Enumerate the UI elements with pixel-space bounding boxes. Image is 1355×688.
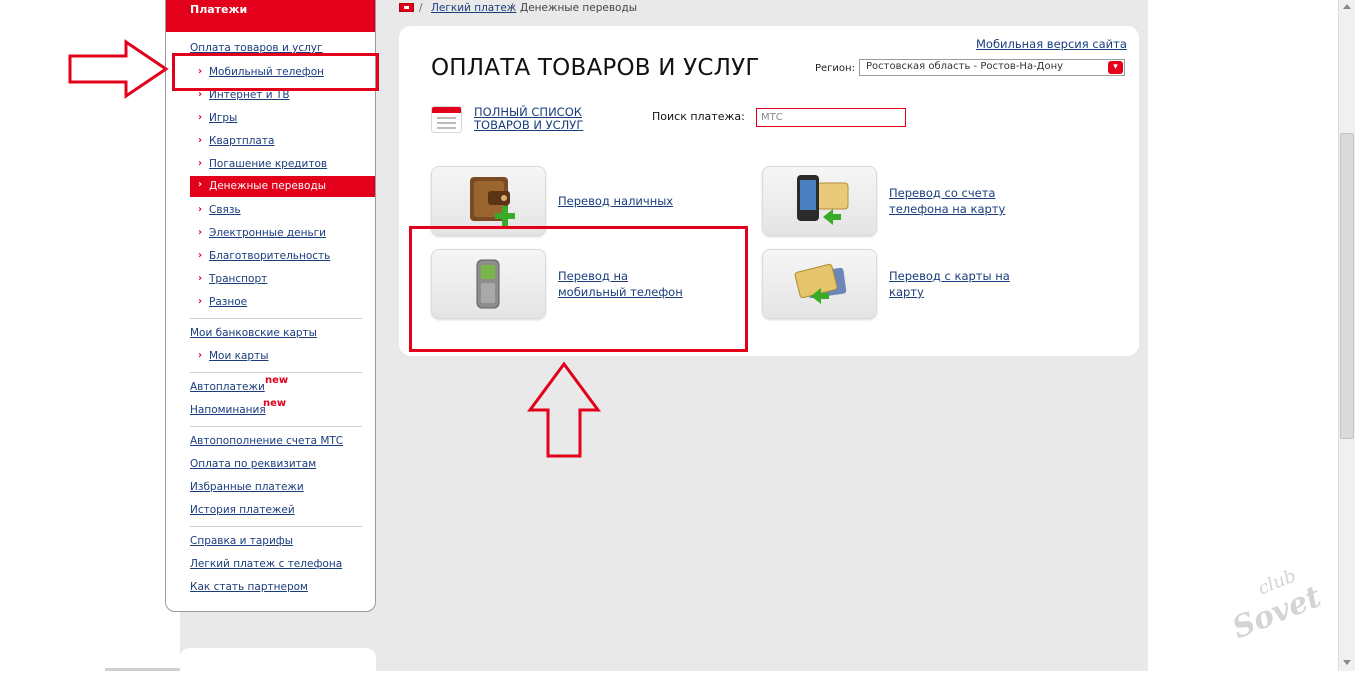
search-input[interactable]: [756, 108, 906, 127]
tile-card-to-card[interactable]: [762, 249, 877, 319]
full-list-line1: ПОЛНЫЙ СПИСОК: [474, 105, 582, 119]
divider: [190, 426, 362, 427]
chevron-right-icon: ›: [198, 158, 203, 169]
tile-label-line2: телефона на карту: [889, 202, 1006, 216]
sidebar-item-label: Денежные переводы: [209, 180, 327, 192]
sidebar-secondary-card: [180, 648, 376, 688]
full-list-line2: ТОВАРОВ И УСЛУГ: [474, 118, 584, 132]
tile-label: Перевод наличных: [558, 194, 674, 208]
breadcrumb-current: Денежные переводы: [520, 2, 638, 14]
mobile-version-link[interactable]: Мобильная версия сайта: [976, 37, 1127, 51]
chevron-right-icon: ›: [198, 273, 203, 284]
highlight-box-mobile-phone: [172, 53, 379, 91]
highlight-box-mobile-transfer: [409, 226, 748, 352]
wallet-plus-icon: [470, 177, 515, 226]
search-label: Поиск платежа:: [652, 110, 745, 123]
tile-label-line2: карту: [889, 285, 924, 299]
divider: [190, 526, 362, 527]
sidebar-item-misc[interactable]: Разное: [209, 296, 247, 308]
divider: [190, 372, 362, 373]
sidebar-link-mts-autotopup[interactable]: Автопополнение счета МТС: [190, 435, 343, 447]
scroll-down-icon[interactable]: [1343, 660, 1351, 665]
sidebar-link-autopay[interactable]: Автоплатежи: [190, 381, 265, 393]
chevron-right-icon: ›: [198, 112, 203, 123]
sidebar-item-loans[interactable]: Погашение кредитов: [209, 158, 327, 170]
sidebar-link-pay-by-details[interactable]: Оплата по реквизитам: [190, 458, 316, 470]
page-title: ОПЛАТА ТОВАРОВ И УСЛУГ: [431, 55, 760, 81]
tile-phone-to-card[interactable]: [762, 166, 877, 236]
scroll-up-icon[interactable]: [1343, 4, 1351, 9]
breadcrumb-easy-payment[interactable]: Легкий платеж: [431, 2, 516, 14]
sidebar-item-money-transfers[interactable]: › Денежные переводы: [190, 176, 375, 197]
tile-label-line1: Перевод со счета: [889, 186, 996, 200]
tile-card-to-card-link[interactable]: Перевод с карты на карту: [889, 268, 1010, 300]
divider: [190, 318, 362, 319]
sidebar-link-easy-pay-phone[interactable]: Легкий платеж с телефона: [190, 558, 342, 570]
list-icon[interactable]: [431, 106, 462, 133]
sidebar-item-games[interactable]: Игры: [209, 112, 237, 124]
card-to-card-icon: [794, 263, 847, 304]
sidebar-header-title: Платежи: [190, 3, 248, 16]
phone-to-card-icon: [797, 175, 849, 225]
arrow-up-annotation-icon: [527, 361, 601, 458]
new-badge: new: [263, 398, 287, 409]
sidebar-link-favorites[interactable]: Избранные платежи: [190, 481, 304, 493]
breadcrumb-separator: /: [510, 2, 514, 14]
sidebar-item-charity[interactable]: Благотворительность: [209, 250, 330, 262]
sidebar-item-rent[interactable]: Квартплата: [209, 135, 274, 147]
sidebar-link-partner[interactable]: Как стать партнером: [190, 581, 308, 593]
chevron-right-icon: ›: [198, 179, 203, 190]
region-label: Регион:: [815, 63, 855, 74]
sidebar-item-transport[interactable]: Транспорт: [209, 273, 267, 285]
region-select[interactable]: Ростовская область - Ростов-На-Дону ▾: [859, 59, 1125, 76]
sidebar-item-my-cards[interactable]: Мои карты: [209, 350, 269, 362]
sidebar-link-bank-cards[interactable]: Мои банковские карты: [190, 327, 317, 339]
sidebar: Платежи Оплата товаров и услуг › Мобильн…: [165, 0, 376, 612]
tile-cash-transfer-link[interactable]: Перевод наличных: [558, 193, 673, 209]
home-flag-icon[interactable]: [399, 3, 414, 12]
chevron-down-icon[interactable]: ▾: [1108, 61, 1123, 74]
vertical-scrollbar[interactable]: [1338, 0, 1355, 671]
arrow-right-annotation-icon: [68, 39, 169, 99]
sidebar-item-e-money[interactable]: Электронные деньги: [209, 227, 326, 239]
club-sovet-watermark-logo: club Sovet: [1228, 565, 1327, 640]
breadcrumb-separator: /: [419, 2, 423, 14]
sidebar-item-communication[interactable]: Связь: [209, 204, 241, 216]
tile-phone-to-card-link[interactable]: Перевод со счета телефона на карту: [889, 185, 1005, 217]
sidebar-link-reminders[interactable]: Напоминания: [190, 404, 266, 416]
scroll-thumb[interactable]: [1340, 133, 1354, 439]
chevron-right-icon: ›: [198, 227, 203, 238]
new-badge: new: [265, 375, 289, 386]
sidebar-link-history[interactable]: История платежей: [190, 504, 295, 516]
region-select-value: Ростовская область - Ростов-На-Дону: [866, 61, 1064, 72]
tile-label-line1: Перевод с карты на: [889, 269, 1010, 283]
chevron-right-icon: ›: [198, 135, 203, 146]
sidebar-header: Платежи: [166, 0, 375, 32]
chevron-right-icon: ›: [198, 250, 203, 261]
sidebar-link-help[interactable]: Справка и тарифы: [190, 535, 293, 547]
chevron-right-icon: ›: [198, 296, 203, 307]
chevron-right-icon: ›: [198, 350, 203, 361]
chevron-right-icon: ›: [198, 204, 203, 215]
full-list-link[interactable]: ПОЛНЫЙ СПИСОК ТОВАРОВ И УСЛУГ: [474, 106, 583, 132]
